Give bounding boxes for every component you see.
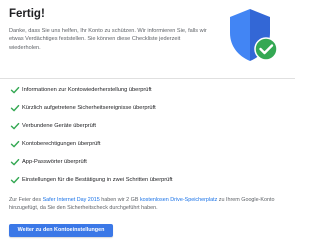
safer-internet-day-link[interactable]: Safer Internet Day 2015 xyxy=(43,197,100,203)
page-title: Fertig! xyxy=(9,8,45,20)
checklist-item: Verbundene Geräte überprüft xyxy=(0,120,295,132)
checklist-item: Kürzlich aufgetretene Sicherheitsereigni… xyxy=(0,102,295,114)
check-icon xyxy=(10,176,20,184)
check-icon xyxy=(10,158,20,166)
divider xyxy=(0,78,295,79)
drive-storage-link[interactable]: kostenlosen Drive-Speicherplatz xyxy=(140,197,217,203)
check-badge xyxy=(254,37,278,61)
check-icon xyxy=(10,122,20,130)
checklist-item-label: Kürzlich aufgetretene Sicherheitsereigni… xyxy=(22,105,156,111)
check-icon xyxy=(10,104,20,112)
checklist-item: Kontoberechtigungen überprüft xyxy=(0,138,295,150)
checklist-item-label: Informationen zur Kontowiederherstellung… xyxy=(22,87,152,93)
check-icon xyxy=(10,86,20,94)
checklist-item-label: Kontoberechtigungen überprüft xyxy=(22,141,101,147)
footer-text-part: Zur Feier des xyxy=(9,197,43,203)
shield-left-half xyxy=(230,9,250,61)
intro-text: Danke, dass Sie uns helfen, Ihr Konto zu… xyxy=(9,28,207,51)
checklist-item: Einstellungen für die Bestätigung in zwe… xyxy=(0,174,295,186)
continue-to-account-settings-button[interactable]: Weiter zu den Kontoeinstellungen xyxy=(9,224,113,237)
security-checkup-card: Fertig! Danke, dass Sie uns helfen, Ihr … xyxy=(0,0,295,248)
checklist-item-label: Einstellungen für die Bestätigung in zwe… xyxy=(22,177,173,183)
checklist-item-label: App-Passwörter überprüft xyxy=(22,159,87,165)
checklist-item-label: Verbundene Geräte überprüft xyxy=(22,123,96,129)
checklist-item: App-Passwörter überprüft xyxy=(0,156,295,168)
footer-text-part: haben wir 2 GB xyxy=(99,197,140,203)
shield-check-icon xyxy=(230,9,278,61)
footer-text: Zur Feier des Safer Internet Day 2015 ha… xyxy=(9,196,287,212)
checklist-item: Informationen zur Kontowiederherstellung… xyxy=(0,84,295,96)
check-icon xyxy=(10,140,20,148)
